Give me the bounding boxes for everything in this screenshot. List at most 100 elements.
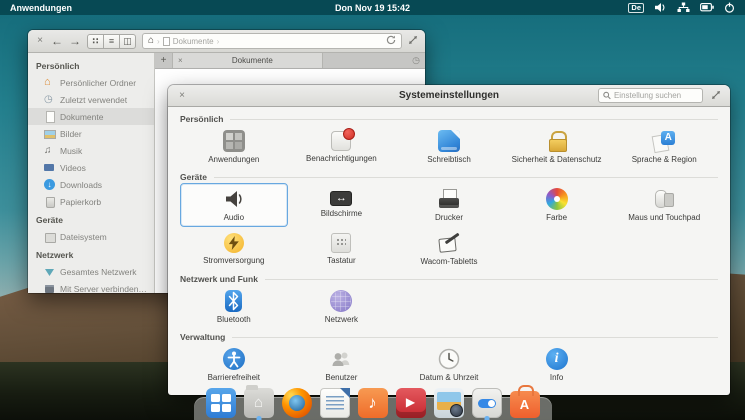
forward-icon[interactable]: → xyxy=(69,35,81,47)
maximize-icon[interactable] xyxy=(408,32,418,50)
tab-dokumente[interactable]: × Dokumente xyxy=(173,53,323,68)
sidebar-item-trash[interactable]: Papierkorb xyxy=(28,193,154,210)
column-view-icon[interactable] xyxy=(119,33,136,49)
settings-item-drucker[interactable]: Drucker xyxy=(395,183,503,227)
settings-item-info[interactable]: Info xyxy=(503,343,611,387)
sidebar-item-downloads[interactable]: Downloads xyxy=(28,176,154,193)
settings-item-schreibtisch[interactable]: Schreibtisch xyxy=(395,125,503,169)
notifications-icon xyxy=(331,128,356,151)
dock-item-multitasking[interactable] xyxy=(205,388,236,420)
path-segment[interactable]: Dokumente xyxy=(173,37,214,46)
sidebar-item-pictures[interactable]: Bilder xyxy=(28,125,154,142)
sidebar-item-videos[interactable]: Videos xyxy=(28,159,154,176)
section-devices-grid: Audio Bildschirme Drucker Farbe Maus und… xyxy=(180,183,718,271)
list-view-icon[interactable] xyxy=(103,33,120,49)
top-panel: Anwendungen Don Nov 19 15:42 De xyxy=(0,0,745,15)
dock-item-browser[interactable] xyxy=(281,388,312,420)
clock-icon xyxy=(44,94,55,105)
section-personal: Persönlich xyxy=(180,114,718,124)
settings-item-bildschirme[interactable]: Bildschirme xyxy=(288,183,396,227)
speaker-icon xyxy=(223,188,245,210)
settings-item-label: Benachrichtigungen xyxy=(306,154,377,163)
dock-item-videos[interactable] xyxy=(395,388,426,420)
section-devices: Geräte xyxy=(180,172,718,182)
dock xyxy=(193,385,552,420)
server-icon xyxy=(44,283,55,293)
settings-item-audio[interactable]: Audio xyxy=(180,183,288,227)
system-settings-icon xyxy=(471,388,502,418)
tab-close-icon[interactable]: × xyxy=(178,56,183,65)
power-icon[interactable] xyxy=(724,2,735,13)
settings-item-sprache[interactable]: Sprache & Region xyxy=(610,125,718,169)
section-rule xyxy=(264,278,718,280)
multitasking-view-icon xyxy=(205,388,236,418)
sidebar-section-personal: Persönlich xyxy=(36,61,80,71)
sidebar-item-entire-network[interactable]: Gesamtes Netzwerk xyxy=(28,263,154,280)
sidebar-item-recent[interactable]: Zuletzt verwendet xyxy=(28,91,154,108)
picture-icon xyxy=(44,128,56,139)
settings-item-anwendungen[interactable]: Anwendungen xyxy=(180,125,288,169)
printer-icon xyxy=(438,188,460,210)
settings-item-stromversorgung[interactable]: Stromversorgung xyxy=(180,227,288,271)
tab-history-icon[interactable] xyxy=(323,53,425,68)
sidebar-item-label: Papierkorb xyxy=(60,196,102,207)
power-bolt-icon xyxy=(223,233,244,253)
close-icon[interactable]: × xyxy=(177,90,187,101)
close-icon[interactable]: × xyxy=(35,36,45,46)
files-toolbar: × ← → ⌂ › Dokumente › xyxy=(28,30,425,53)
settings-item-farbe[interactable]: Farbe xyxy=(503,183,611,227)
sidebar-item-documents[interactable]: Dokumente xyxy=(28,108,154,125)
refresh-icon[interactable] xyxy=(386,35,396,47)
settings-item-bluetooth[interactable]: Bluetooth xyxy=(180,285,288,329)
settings-item-netzwerk[interactable]: Netzwerk xyxy=(288,285,396,329)
back-icon[interactable]: ← xyxy=(51,35,63,47)
dock-item-music[interactable] xyxy=(357,388,388,420)
settings-search[interactable] xyxy=(598,88,703,103)
settings-item-tastatur[interactable]: Tastatur xyxy=(288,227,396,271)
network-icon[interactable] xyxy=(677,2,690,13)
view-switcher xyxy=(87,33,136,49)
sidebar-item-music[interactable]: Musik xyxy=(28,142,154,159)
network-icon xyxy=(44,266,55,277)
settings-item-barrierefreiheit[interactable]: Barrierefreiheit xyxy=(180,343,288,387)
files-icon xyxy=(243,385,274,418)
settings-item-maus[interactable]: Maus und Touchpad xyxy=(610,183,718,227)
home-icon xyxy=(44,77,55,88)
keyboard-layout-indicator[interactable]: De xyxy=(628,2,644,13)
settings-item-sicherheit[interactable]: Sicherheit & Datenschutz xyxy=(503,125,611,169)
settings-item-label: Sprache & Region xyxy=(631,155,697,164)
path-bar[interactable]: ⌂ › Dokumente › xyxy=(142,33,402,49)
home-icon[interactable]: ⌂ xyxy=(148,36,154,46)
settings-item-label: Tastatur xyxy=(327,256,356,265)
dock-item-settings[interactable] xyxy=(471,388,502,420)
search-input[interactable] xyxy=(613,91,698,100)
dock-item-writer[interactable] xyxy=(319,388,350,420)
new-tab-button[interactable]: + xyxy=(155,53,173,68)
files-sidebar: Persönlich Persönlicher Ordner Zuletzt v… xyxy=(28,53,155,293)
sidebar-item-filesystem[interactable]: Dateisystem xyxy=(28,228,154,245)
music-note-icon xyxy=(44,145,55,156)
search-icon xyxy=(603,91,611,100)
video-icon xyxy=(44,162,55,173)
section-label: Verwaltung xyxy=(180,332,226,342)
grid-view-icon[interactable] xyxy=(87,33,104,49)
volume-icon[interactable] xyxy=(654,2,667,13)
maximize-icon[interactable] xyxy=(711,87,721,105)
settings-item-benachrichtigungen[interactable]: Benachrichtigungen xyxy=(288,125,396,169)
dock-item-files[interactable] xyxy=(243,385,274,420)
sidebar-item-home[interactable]: Persönlicher Ordner xyxy=(28,74,154,91)
sidebar-section-devices: Geräte xyxy=(36,215,63,225)
sidebar-item-connect-server[interactable]: Mit Server verbinden… xyxy=(28,280,154,293)
settings-item-label: Barrierefreiheit xyxy=(207,373,261,382)
dock-item-photos[interactable] xyxy=(433,388,464,420)
dock-item-appcenter[interactable] xyxy=(509,385,540,420)
settings-item-datum[interactable]: Datum & Uhrzeit xyxy=(395,343,503,387)
battery-icon[interactable] xyxy=(700,3,714,12)
settings-item-benutzer[interactable]: Benutzer xyxy=(288,343,396,387)
applications-menu[interactable]: Anwendungen xyxy=(0,3,82,13)
section-label: Geräte xyxy=(180,172,207,182)
section-network-grid: Bluetooth Netzwerk xyxy=(180,285,718,329)
tab-bar: + × Dokumente xyxy=(155,53,425,69)
settings-item-wacom[interactable]: Wacom-Tabletts xyxy=(395,227,503,271)
sidebar-item-label: Zuletzt verwendet xyxy=(60,94,128,105)
